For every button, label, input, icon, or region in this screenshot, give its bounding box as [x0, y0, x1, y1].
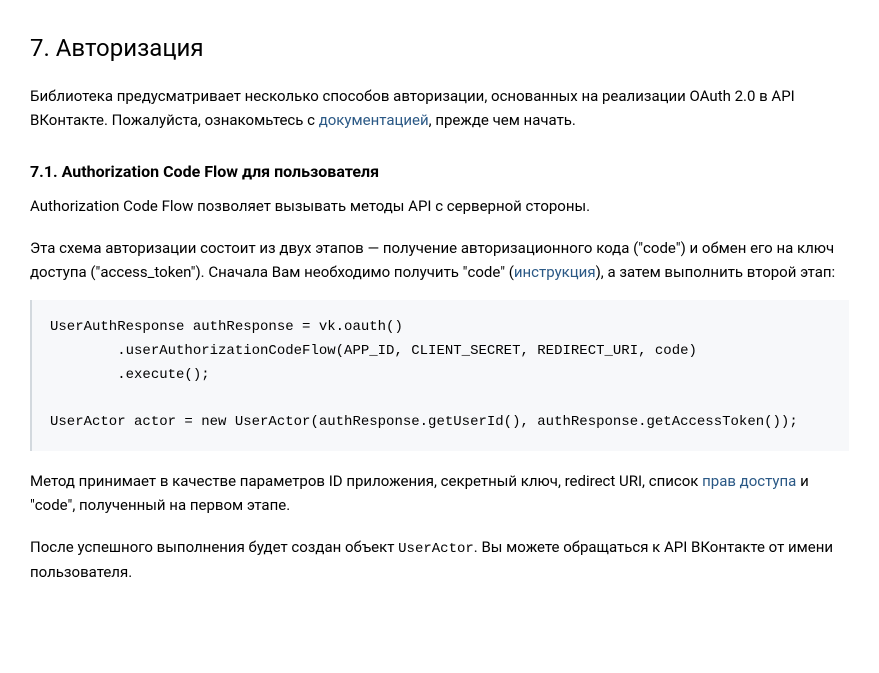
intro-text-2: , прежде чем начать. [429, 111, 576, 129]
p4-text-1: После успешного выполнения будет создан … [30, 538, 398, 556]
access-rights-link[interactable]: прав доступа [702, 472, 796, 490]
p4: После успешного выполнения будет создан … [30, 535, 849, 584]
subsection-heading: 7.1. Authorization Code Flow для пользов… [30, 160, 849, 184]
p3: Метод принимает в качестве параметров ID… [30, 469, 849, 517]
instruction-link[interactable]: инструкция [514, 263, 596, 281]
documentation-link[interactable]: документацией [319, 111, 429, 129]
intro-paragraph: Библиотека предусматривает несколько спо… [30, 84, 849, 132]
section-heading: 7. Авторизация [30, 30, 849, 66]
p3-text-1: Метод принимает в качестве параметров ID… [30, 472, 702, 490]
inline-code-useractor: UserActor [398, 541, 474, 557]
p2-text-2: ), а затем выполнить второй этап: [596, 263, 836, 281]
p1: Authorization Code Flow позволяет вызыва… [30, 194, 849, 218]
code-block: UserAuthResponse authResponse = vk.oauth… [30, 300, 849, 451]
p2: Эта схема авторизации состоит из двух эт… [30, 236, 849, 284]
